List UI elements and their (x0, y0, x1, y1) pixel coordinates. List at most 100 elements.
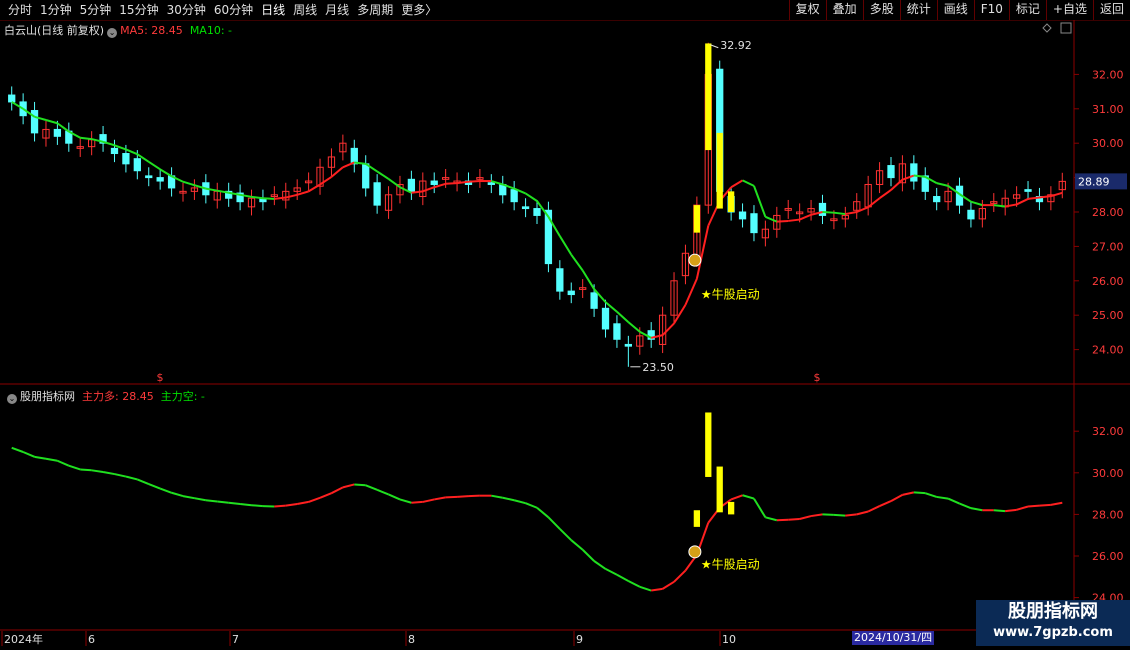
main-force-segment (114, 473, 127, 478)
candle-body (510, 189, 518, 203)
ma5-segment (308, 183, 321, 193)
current-price-label: 28.89 (1078, 175, 1110, 188)
main-force-segment (365, 484, 378, 491)
ma5-segment (422, 186, 435, 193)
main-force-segment (194, 497, 207, 502)
ma5-segment (570, 254, 584, 272)
ma5-segment (695, 225, 710, 279)
ma5-segment (776, 219, 789, 223)
main-force-segment (91, 469, 104, 473)
main-force-segment (502, 496, 515, 502)
main-panel-info: 白云山(日线 前复权) ⌄ MA5: 28.45 MA10: - (4, 22, 232, 38)
ma5-segment (1005, 203, 1017, 208)
main-force-segment (45, 457, 58, 462)
candle-body (818, 202, 827, 216)
ma5-segment (616, 311, 630, 323)
main-force-segment (547, 516, 561, 530)
kline-chart[interactable]: 24.0025.0026.0027.0028.0029.0030.0031.00… (0, 0, 1130, 650)
ma5-segment (525, 192, 538, 202)
ma5-segment (342, 161, 355, 169)
ma5-segment (822, 211, 834, 214)
ma5-segment (661, 322, 675, 336)
y-tick-label: 30.00 (1092, 137, 1124, 150)
main-force-segment (330, 486, 344, 495)
ma5-segment (445, 182, 458, 185)
main-force-segment (788, 517, 800, 521)
main-force-segment (924, 492, 937, 498)
main-force-segment (125, 475, 138, 481)
ma5-segment (262, 197, 275, 200)
sub-panel-info: ⌄ 股朋指标网 主力多: 28.45 主力空: - (4, 388, 205, 404)
y-tick-label: 27.00 (1092, 240, 1124, 253)
candle-body (521, 206, 530, 210)
main-force-segment (388, 493, 401, 501)
ma5-segment (456, 180, 469, 185)
main-force-segment (422, 498, 435, 503)
main-force-segment (56, 459, 70, 467)
main-force-segment (913, 491, 926, 495)
diamond-icon (1042, 23, 1052, 33)
main-force-segment (11, 446, 24, 453)
dividend-marker: $ (157, 371, 164, 384)
main-force-segment (376, 488, 389, 496)
main-force-segment (68, 464, 81, 471)
main-force-segment (80, 468, 92, 472)
main-force-segment (639, 585, 652, 592)
signal-bar (693, 510, 701, 527)
y-tick-label: 26.00 (1092, 550, 1124, 563)
main-force-segment (810, 513, 823, 518)
ma5-segment (1039, 195, 1051, 199)
candle-body (373, 182, 381, 206)
money-bag-icon (688, 545, 702, 559)
y-tick-label: 28.00 (1092, 206, 1124, 219)
main-force-segment (274, 504, 286, 508)
date-axis-label: 9 (576, 633, 583, 646)
ma5-segment (970, 200, 983, 207)
candle-body (156, 177, 164, 182)
bull-label: 主力多: 28.45 (82, 390, 154, 403)
date-axis-label: 8 (408, 633, 415, 646)
ma5-segment (411, 190, 423, 194)
candle-body (122, 153, 130, 165)
main-force-segment (171, 491, 184, 498)
bull-start-label: ★牛股启动 (701, 556, 760, 571)
main-force-segment (765, 516, 778, 522)
ma5-segment (890, 178, 904, 191)
main-force-segment (845, 513, 857, 517)
date-axis-label: 6 (88, 633, 95, 646)
dividend-marker: $ (814, 371, 821, 384)
main-force-segment (319, 492, 332, 499)
candle-body (738, 211, 747, 220)
main-force-segment (867, 505, 881, 513)
candle-body (933, 196, 941, 203)
collapse-icon[interactable]: ⌄ (107, 28, 118, 38)
main-force-segment (593, 560, 607, 570)
ma5-segment (764, 215, 778, 223)
collapse-icon[interactable]: ⌄ (7, 394, 17, 404)
stock-title: 白云山(日线 前复权) (4, 24, 105, 37)
main-force-segment (342, 483, 355, 489)
y-tick-label: 30.00 (1092, 467, 1124, 480)
main-force-segment (651, 587, 663, 592)
ma5-segment (993, 204, 1006, 208)
ma5-segment (742, 179, 755, 187)
main-force-segment (102, 470, 115, 476)
main-force-segment (959, 502, 972, 510)
main-force-segment (513, 499, 526, 505)
y-tick-label: 24.00 (1092, 344, 1124, 357)
main-force-segment (1050, 501, 1063, 506)
main-force-segment (581, 549, 595, 562)
watermark-url: www.7gpzb.com (993, 625, 1113, 640)
main-force-segment (399, 498, 412, 504)
main-force-segment (936, 495, 949, 500)
ma5-segment (730, 179, 744, 189)
candle-body (110, 147, 119, 155)
candle-body (430, 180, 438, 185)
main-force-segment (890, 493, 903, 502)
candle-body (556, 268, 564, 292)
ma5-segment (913, 174, 926, 178)
main-force-segment (354, 483, 366, 487)
main-force-segment (1005, 508, 1017, 513)
main-force-segment (559, 528, 572, 541)
ma5-segment (330, 166, 344, 178)
